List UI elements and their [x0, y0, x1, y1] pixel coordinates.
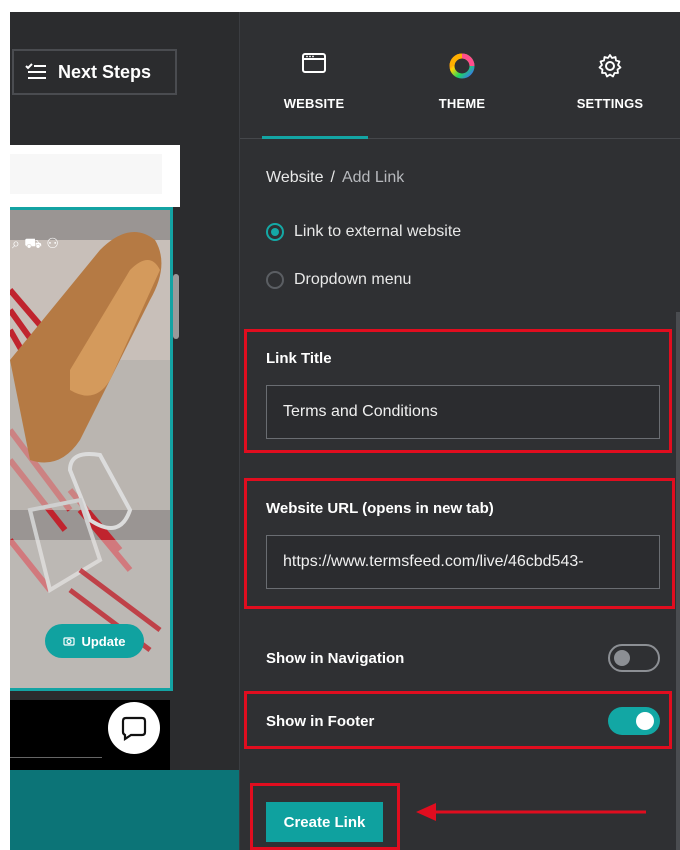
footer-divider [10, 757, 102, 758]
radio-selected-icon[interactable] [266, 223, 284, 241]
tab-settings-label: SETTINGS [576, 96, 644, 111]
chat-bubble-icon [121, 716, 147, 742]
color-wheel-icon [449, 53, 475, 79]
top-strip [0, 0, 680, 12]
panel-scrollbar[interactable] [676, 312, 680, 850]
tab-website[interactable]: WEBSITE [240, 12, 388, 139]
breadcrumb-current: Add Link [341, 169, 405, 186]
show-in-navigation-label: Show in Navigation [266, 649, 405, 667]
preview-header-bar [10, 154, 162, 194]
left-margin [0, 12, 10, 850]
checklist-icon [25, 63, 46, 79]
next-steps-button[interactable]: Next Steps [12, 49, 177, 95]
annotation-box-create-link [250, 783, 400, 850]
camera-icon [63, 637, 76, 646]
next-steps-label: Next Steps [58, 61, 152, 82]
breadcrumb-root[interactable]: Website [266, 169, 324, 186]
active-tab-indicator [262, 136, 368, 139]
editor-canvas: Next Steps ⌕ ⛟ ⚇ Update [10, 12, 239, 850]
preview-nav-icons: ⌕ ⛟ ⚇ [12, 236, 59, 252]
site-preview-header [10, 145, 180, 207]
preview-scrollbar[interactable] [173, 274, 179, 339]
show-in-navigation-row: Show in Navigation [266, 644, 660, 672]
show-in-navigation-toggle[interactable] [608, 644, 660, 672]
hero-image: ⌕ ⛟ ⚇ [10, 210, 170, 688]
tab-settings[interactable]: SETTINGS [536, 12, 680, 138]
annotation-box-show-in-footer [244, 691, 672, 749]
tab-theme[interactable]: THEME [388, 12, 536, 138]
tab-website-label: WEBSITE [283, 96, 345, 111]
radio-unselected-icon[interactable] [266, 271, 284, 289]
chat-button[interactable] [108, 702, 160, 754]
annotation-arrow-icon [416, 803, 646, 821]
site-preview-hero: ⌕ ⛟ ⚇ [10, 207, 173, 691]
radio-dropdown-menu[interactable]: Dropdown menu [266, 271, 411, 289]
gear-icon [598, 54, 622, 78]
browser-window-icon [302, 53, 326, 73]
radio-external-website[interactable]: Link to external website [266, 223, 461, 241]
radio-external-label: Link to external website [294, 223, 462, 240]
tab-theme-label: THEME [438, 96, 486, 111]
update-label: Update [81, 633, 126, 649]
annotation-box-link-title [244, 329, 672, 453]
radio-dropdown-label: Dropdown menu [294, 271, 412, 288]
annotation-box-website-url [244, 478, 675, 609]
breadcrumb: Website / Add Link [266, 169, 404, 187]
breadcrumb-separator: / [330, 169, 335, 186]
panel-tabs: WEBSITE THEME SETTINGS [240, 12, 680, 139]
editor-bottom-bar [10, 770, 239, 850]
update-image-button[interactable]: Update [45, 624, 144, 658]
